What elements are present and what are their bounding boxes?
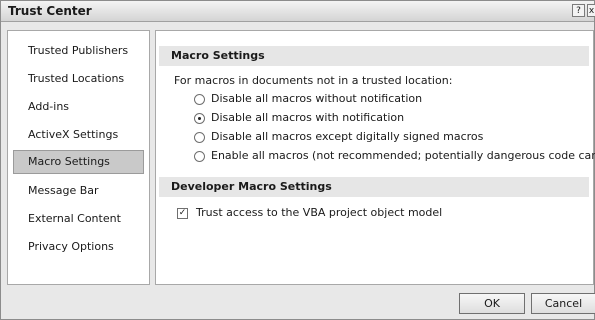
- sidebar-item-trusted-locations[interactable]: Trusted Locations: [13, 67, 144, 91]
- sidebar-item-add-ins[interactable]: Add-ins: [13, 95, 144, 119]
- settings-panel: Macro Settings For macros in documents n…: [155, 30, 595, 285]
- radio-disable-without-notification[interactable]: [194, 94, 205, 105]
- macro-location-prompt: For macros in documents not in a trusted…: [174, 74, 453, 87]
- sidebar-item-trusted-publishers[interactable]: Trusted Publishers: [13, 39, 144, 63]
- radio-disable-with-notification[interactable]: [194, 113, 205, 124]
- help-icon[interactable]: ?: [572, 4, 585, 17]
- close-icon[interactable]: x: [587, 4, 595, 17]
- cancel-button[interactable]: Cancel: [531, 293, 595, 314]
- sidebar-item-macro-settings[interactable]: Macro Settings: [13, 150, 144, 174]
- title-bar: Trust Center ? x: [1, 1, 595, 22]
- radio-enable-all-macros[interactable]: [194, 151, 205, 162]
- window-title: Trust Center: [8, 4, 92, 18]
- macro-settings-heading: Macro Settings: [159, 46, 589, 66]
- sidebar-item-activex-settings[interactable]: ActiveX Settings: [13, 123, 144, 147]
- option-label: Disable all macros with notification: [211, 111, 405, 124]
- sidebar-item-privacy-options[interactable]: Privacy Options: [13, 235, 144, 259]
- trust-center-window: Trust Center ? x Trusted Publishers Trus…: [0, 0, 595, 320]
- option-label: Disable all macros without notification: [211, 92, 423, 105]
- option-label: Disable all macros except digitally sign…: [211, 130, 484, 143]
- trust-vba-label: Trust access to the VBA project object m…: [196, 206, 443, 219]
- ok-button[interactable]: OK: [459, 293, 525, 314]
- sidebar-item-external-content[interactable]: External Content: [13, 207, 144, 231]
- trust-vba-checkbox[interactable]: ✓: [177, 208, 188, 219]
- radio-disable-except-signed[interactable]: [194, 132, 205, 143]
- option-label: Enable all macros (not recommended; pote…: [211, 149, 595, 162]
- sidebar-item-message-bar[interactable]: Message Bar: [13, 179, 144, 203]
- developer-macro-settings-heading: Developer Macro Settings: [159, 177, 589, 197]
- sidebar: Trusted Publishers Trusted Locations Add…: [7, 30, 150, 285]
